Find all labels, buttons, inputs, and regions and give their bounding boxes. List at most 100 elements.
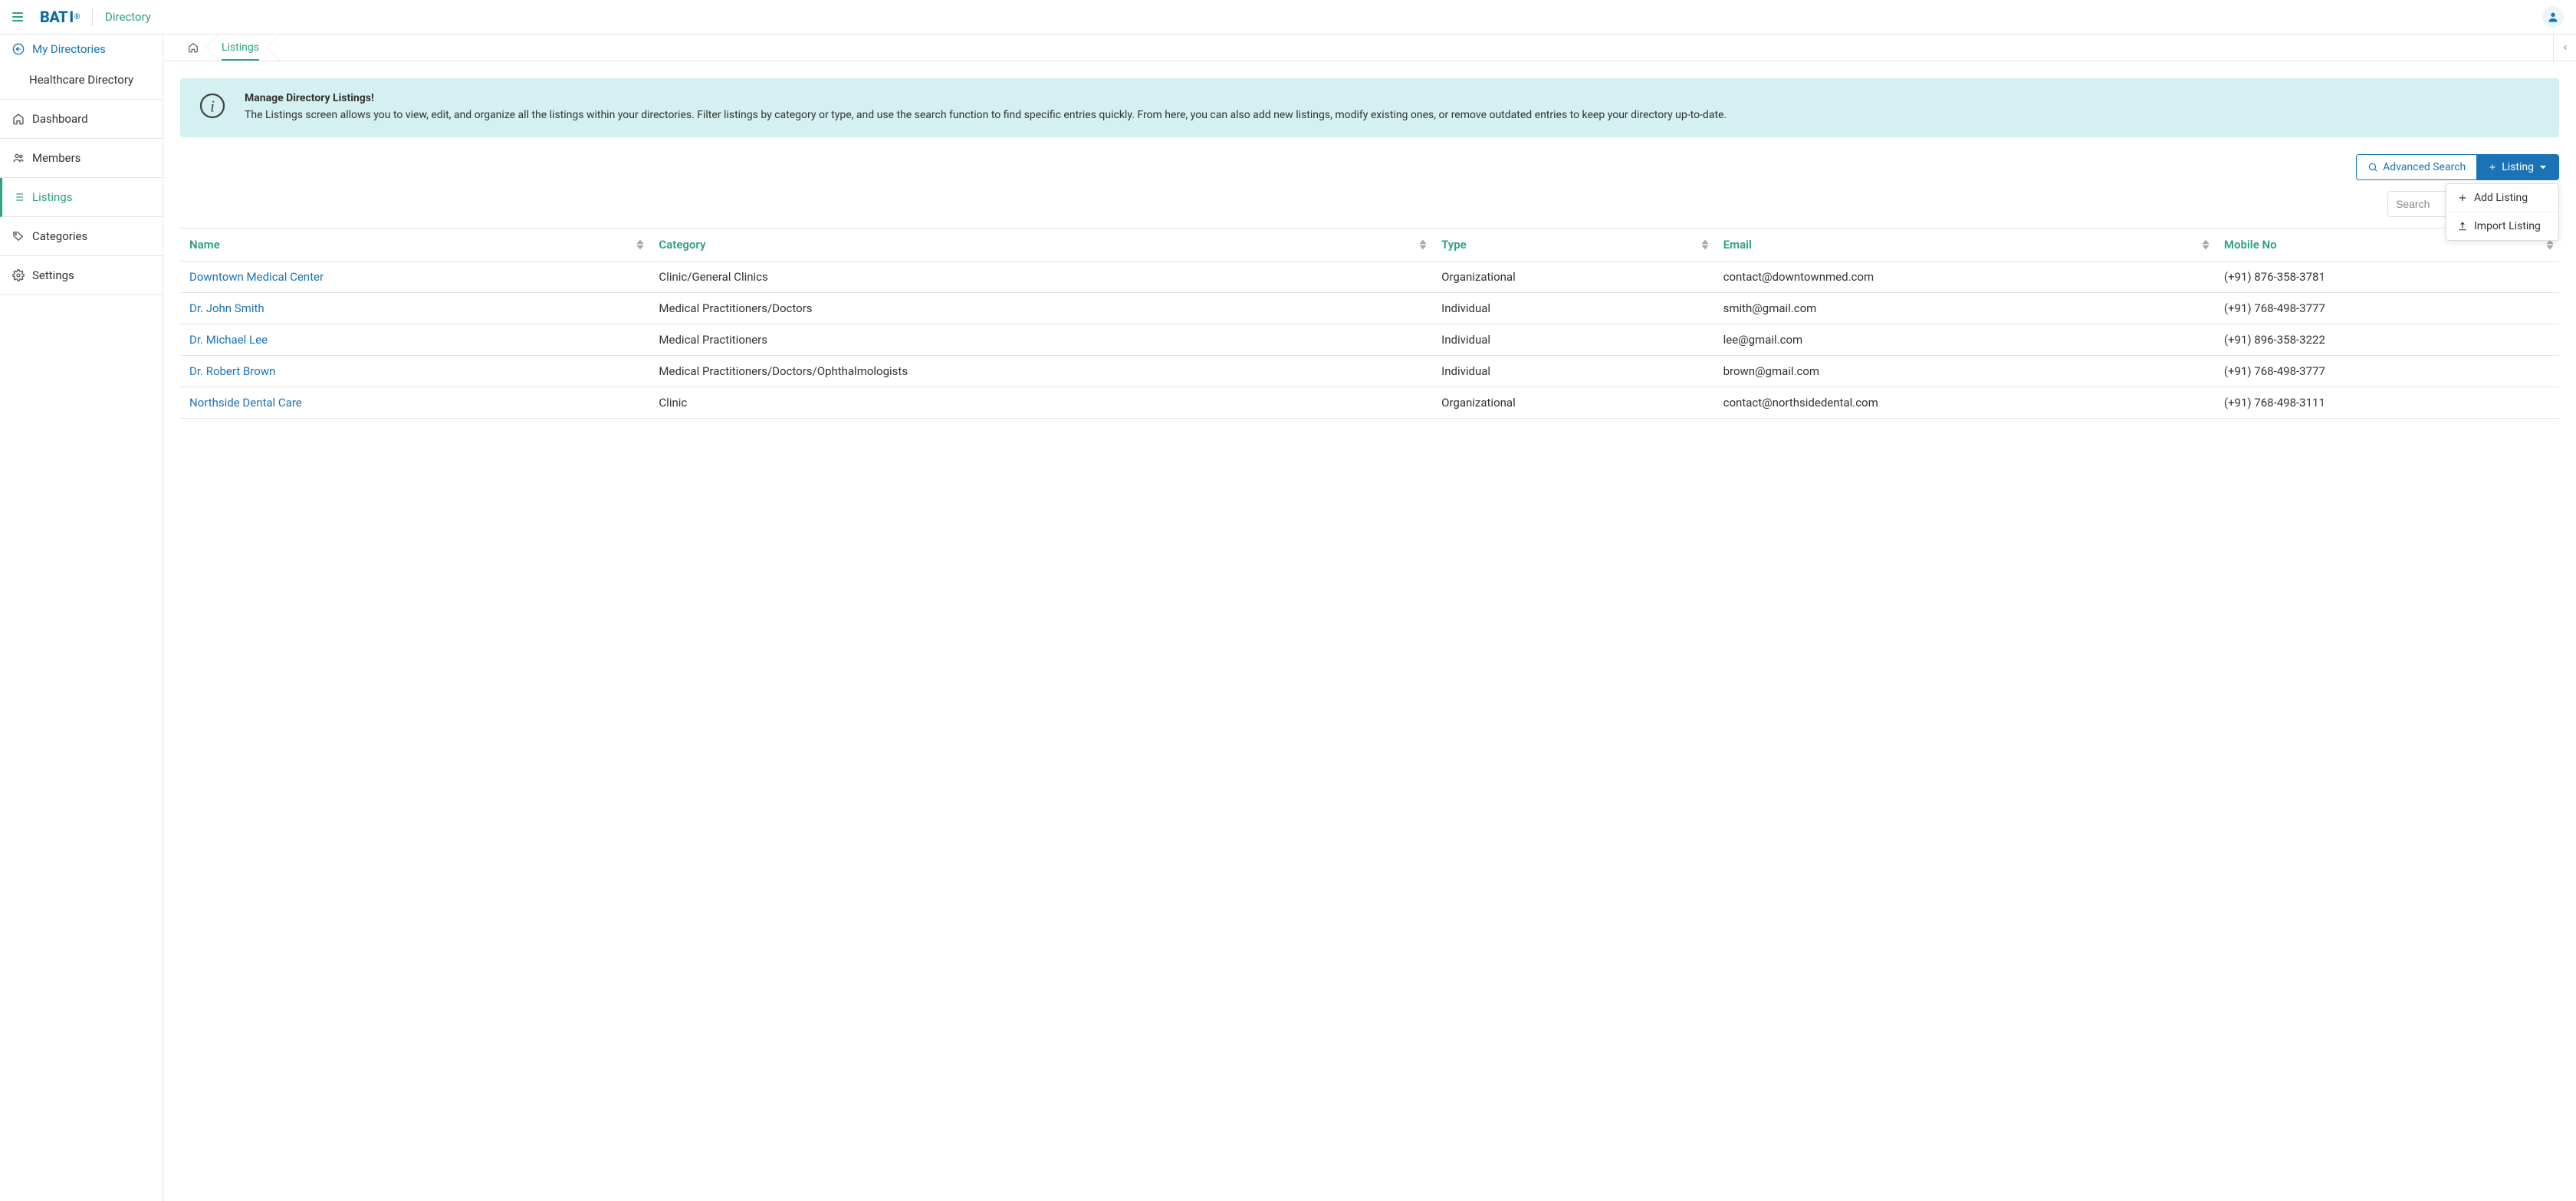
column-header-category[interactable]: Category (649, 229, 1432, 262)
back-to-directories-link[interactable]: My Directories (0, 35, 163, 64)
cell-type: Individual (1432, 356, 1714, 387)
caret-left-icon (2561, 44, 2569, 51)
cell-mobile: (+91) 768-498-3111 (2215, 387, 2559, 419)
user-avatar-button[interactable] (2542, 6, 2564, 28)
registered-icon: ® (74, 13, 80, 21)
svg-text:i: i (210, 97, 215, 116)
cell-name[interactable]: Northside Dental Care (180, 387, 649, 419)
cell-email: smith@gmail.com (1714, 293, 2215, 324)
cell-type: Organizational (1432, 262, 1714, 293)
cell-name[interactable]: Dr. Robert Brown (180, 356, 649, 387)
sidebar-item-label: Listings (32, 190, 72, 204)
menu-toggle-button[interactable] (12, 9, 28, 25)
directory-name: Healthcare Directory (0, 64, 163, 100)
table-row: Northside Dental CareClinicOrganizationa… (180, 387, 2559, 419)
sidebar-item-label: Settings (32, 268, 74, 282)
cell-category: Clinic/General Clinics (649, 262, 1432, 293)
sort-icon (637, 240, 643, 250)
column-header-type[interactable]: Type (1432, 229, 1714, 262)
sort-icon (2547, 240, 2553, 250)
collapse-panel-button[interactable] (2553, 35, 2576, 61)
sidebar-item-label: Members (32, 151, 80, 165)
sidebar: My Directories Healthcare Directory Dash… (0, 35, 163, 1201)
sort-icon (2203, 240, 2209, 250)
logo-suffix: I (69, 8, 73, 26)
breadcrumb-home[interactable] (179, 35, 212, 61)
cell-email: contact@northsidedental.com (1714, 387, 2215, 419)
cell-type: Individual (1432, 324, 1714, 356)
list-icon (12, 191, 25, 203)
add-listing-item[interactable]: Add Listing (2446, 184, 2558, 212)
user-icon (2547, 11, 2559, 23)
cell-mobile: (+91) 896-358-3222 (2215, 324, 2559, 356)
column-header-name[interactable]: Name (180, 229, 649, 262)
cell-email: lee@gmail.com (1714, 324, 2215, 356)
import-listing-label: Import Listing (2474, 220, 2541, 232)
cell-type: Individual (1432, 293, 1714, 324)
info-title: Manage Directory Listings! (245, 92, 1727, 104)
listing-button-label: Listing (2502, 161, 2534, 173)
sidebar-item-label: Dashboard (32, 112, 88, 126)
action-row: Advanced Search Listing Add Listing Imp (180, 154, 2559, 180)
cell-mobile: (+91) 876-358-3781 (2215, 262, 2559, 293)
top-header: BAT I® Directory (0, 0, 2576, 35)
sort-icon (1702, 240, 1708, 250)
divider (92, 8, 93, 26)
column-header-email[interactable]: Email (1714, 229, 2215, 262)
table-row: Dr. Robert BrownMedical Practitioners/Do… (180, 356, 2559, 387)
table-row: Downtown Medical CenterClinic/General Cl… (180, 262, 2559, 293)
sidebar-item-categories[interactable]: Categories (0, 217, 163, 256)
table-row: Dr. Michael LeeMedical PractitionersIndi… (180, 324, 2559, 356)
search-icon (2367, 162, 2378, 173)
upload-icon (2457, 221, 2468, 232)
cell-type: Organizational (1432, 387, 1714, 419)
add-listing-label: Add Listing (2474, 192, 2528, 204)
home-icon (188, 42, 199, 53)
info-body: The Listings screen allows you to view, … (245, 107, 1727, 123)
back-label: My Directories (32, 42, 106, 56)
cell-name[interactable]: Dr. John Smith (180, 293, 649, 324)
cell-category: Medical Practitioners (649, 324, 1432, 356)
cell-name[interactable]: Downtown Medical Center (180, 262, 649, 293)
content-area: i Manage Directory Listings! The Listing… (163, 61, 2576, 436)
listing-dropdown-button[interactable]: Listing (2476, 154, 2559, 180)
search-row (180, 191, 2559, 217)
sidebar-item-settings[interactable]: Settings (0, 256, 163, 295)
plus-icon (2457, 192, 2468, 203)
breadcrumb-current[interactable]: Listings (212, 35, 273, 61)
sidebar-item-members[interactable]: Members (0, 139, 163, 178)
users-icon (12, 152, 25, 164)
main-area: Listings i Manage Directory Listings! Th… (163, 35, 2576, 1201)
cell-email: brown@gmail.com (1714, 356, 2215, 387)
tags-icon (12, 230, 25, 242)
cell-name[interactable]: Dr. Michael Lee (180, 324, 649, 356)
breadcrumb-bar: Listings (163, 35, 2576, 61)
sidebar-item-label: Categories (32, 229, 87, 243)
app-title[interactable]: Directory (105, 10, 151, 24)
sidebar-item-dashboard[interactable]: Dashboard (0, 100, 163, 139)
listings-table: Name Category (180, 228, 2559, 419)
breadcrumb-label: Listings (222, 41, 259, 61)
cell-mobile: (+91) 768-498-3777 (2215, 356, 2559, 387)
cell-mobile: (+91) 768-498-3777 (2215, 293, 2559, 324)
listing-dropdown-menu: Add Listing Import Listing (2446, 183, 2559, 241)
cell-category: Clinic (649, 387, 1432, 419)
logo[interactable]: BAT I® (40, 8, 80, 26)
info-banner: i Manage Directory Listings! The Listing… (180, 78, 2559, 137)
logo-text: BAT (40, 8, 67, 26)
cell-category: Medical Practitioners/Doctors/Ophthalmol… (649, 356, 1432, 387)
gear-icon (12, 269, 25, 281)
caret-down-icon (2538, 163, 2548, 172)
sidebar-item-listings[interactable]: Listings (0, 178, 163, 217)
table-row: Dr. John SmithMedical Practitioners/Doct… (180, 293, 2559, 324)
arrow-left-circle-icon (12, 43, 25, 55)
advanced-search-label: Advanced Search (2383, 161, 2466, 173)
home-icon (12, 113, 25, 125)
info-icon: i (199, 92, 226, 123)
import-listing-item[interactable]: Import Listing (2446, 212, 2558, 240)
sort-icon (1420, 240, 1426, 250)
cell-category: Medical Practitioners/Doctors (649, 293, 1432, 324)
plus-icon (2488, 163, 2497, 172)
advanced-search-button[interactable]: Advanced Search (2356, 154, 2477, 180)
cell-email: contact@downtownmed.com (1714, 262, 2215, 293)
